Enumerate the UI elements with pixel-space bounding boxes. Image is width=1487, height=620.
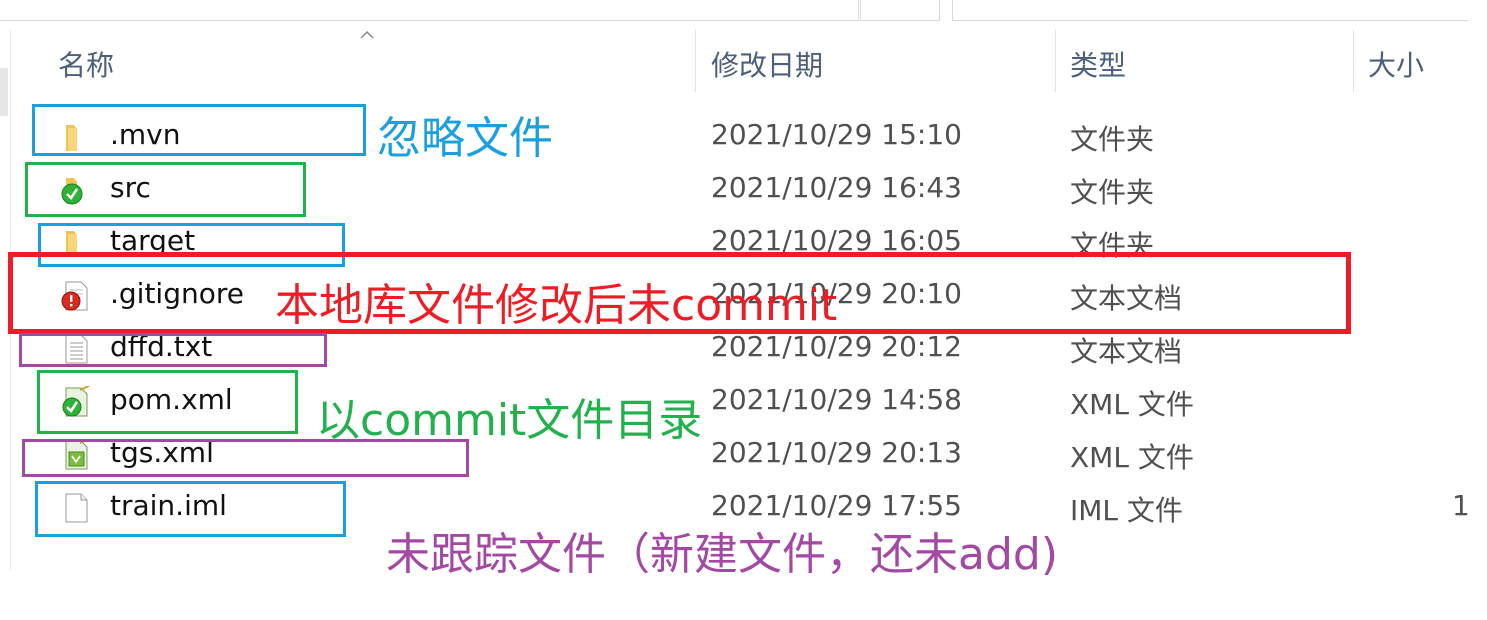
file-type: XML 文件 bbox=[1070, 441, 1194, 474]
file-type: IML 文件 bbox=[1070, 494, 1183, 527]
file-date: 2021/10/29 20:13 bbox=[711, 436, 962, 469]
column-header-date[interactable]: 修改日期 bbox=[711, 44, 823, 84]
top-toolbar-strip bbox=[0, 0, 1487, 22]
toolbar-segment bbox=[952, 0, 1468, 21]
toolbar-segment bbox=[860, 0, 940, 21]
file-type: 文本文档 bbox=[1070, 335, 1183, 368]
committed-highlight-box bbox=[25, 162, 306, 217]
file-date: 2021/10/29 16:43 bbox=[711, 171, 962, 204]
column-separator[interactable] bbox=[1055, 30, 1056, 92]
untracked-highlight-box bbox=[19, 333, 327, 367]
file-date: 2021/10/29 14:58 bbox=[711, 383, 962, 416]
scroll-indicator bbox=[0, 68, 8, 116]
committed-highlight-box bbox=[37, 370, 298, 434]
column-separator[interactable] bbox=[695, 30, 696, 92]
file-size: 1 bbox=[1452, 489, 1470, 522]
toolbar-segment bbox=[0, 0, 859, 21]
ignored-highlight-box bbox=[32, 104, 366, 156]
ignored-highlight-box bbox=[35, 481, 346, 537]
file-type: XML 文件 bbox=[1070, 388, 1194, 421]
committed-note: 以commit文件目录 bbox=[316, 395, 703, 446]
column-header-name[interactable]: 名称 bbox=[58, 44, 114, 84]
modified-note: 本地库文件修改后未commit bbox=[275, 280, 838, 331]
ignored-note: 忽略文件 bbox=[377, 113, 553, 164]
column-header-type[interactable]: 类型 bbox=[1070, 44, 1126, 84]
file-type: 文件夹 bbox=[1070, 176, 1155, 209]
column-separator[interactable] bbox=[1353, 30, 1354, 92]
sort-ascending-icon[interactable] bbox=[360, 28, 374, 42]
untracked-note: 未跟踪文件（新建文件，还未add) bbox=[386, 529, 1058, 580]
file-type: 文件夹 bbox=[1070, 123, 1155, 156]
column-header-size[interactable]: 大小 bbox=[1368, 44, 1424, 84]
file-date: 2021/10/29 15:10 bbox=[711, 118, 962, 151]
file-date: 2021/10/29 20:12 bbox=[711, 330, 962, 363]
